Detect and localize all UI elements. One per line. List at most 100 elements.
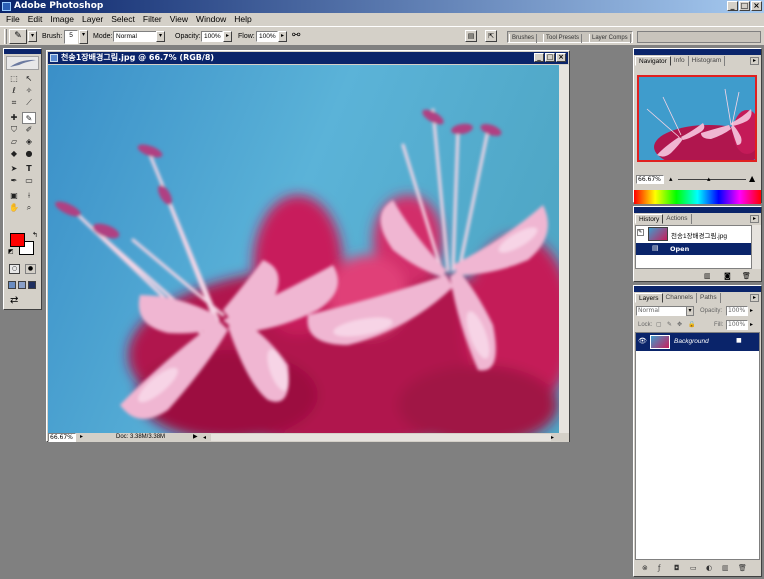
file-browser-icon[interactable]: ▤ <box>465 30 477 42</box>
document-horizontal-scrollbar[interactable] <box>211 434 551 441</box>
tab-layers[interactable]: Layers <box>635 293 663 303</box>
lock-all-icon[interactable]: 🔒 <box>688 321 695 328</box>
clone-stamp-tool-icon[interactable]: ⛉ <box>7 124 21 136</box>
brush-dropdown[interactable]: ▾ <box>79 30 88 44</box>
navigator-panel-header[interactable] <box>634 49 761 55</box>
opacity-input[interactable]: 100% <box>201 31 223 42</box>
history-scrollbar[interactable] <box>752 225 761 269</box>
zoom-tool-icon[interactable]: ⌕ <box>22 202 36 214</box>
brush-tool-icon[interactable]: ✎ <box>22 112 36 124</box>
eraser-tool-icon[interactable]: ▱ <box>7 136 21 148</box>
blur-tool-icon[interactable]: ◆ <box>7 148 21 160</box>
menu-select[interactable]: Select <box>107 13 139 26</box>
slice-tool-icon[interactable]: ⟋ <box>22 97 36 109</box>
notes-tool-icon[interactable]: ▣ <box>7 190 21 202</box>
well-tab-tool-presets[interactable]: Tool Presets <box>543 34 583 43</box>
menu-view[interactable]: View <box>166 13 192 26</box>
zoom-out-icon[interactable]: ▴ <box>669 175 673 183</box>
layers-panel-header[interactable] <box>634 286 761 292</box>
default-colors-icon[interactable]: ◩ <box>8 248 14 255</box>
lasso-tool-icon[interactable]: ℓ <box>7 85 21 97</box>
airbrush-icon[interactable]: ⚯ <box>292 30 300 41</box>
tab-actions[interactable]: Actions <box>663 214 692 224</box>
history-brush-source-icon[interactable]: ✎ <box>637 229 644 236</box>
doc-minimize-button[interactable]: _ <box>534 53 544 62</box>
zoom-in-icon[interactable]: ▲ <box>749 174 755 183</box>
path-selection-tool-icon[interactable]: ➤ <box>7 163 21 175</box>
menu-help[interactable]: Help <box>230 13 255 26</box>
menu-layer[interactable]: Layer <box>78 13 107 26</box>
fill-input[interactable]: 100% <box>726 320 748 330</box>
color-ramp[interactable] <box>634 190 761 204</box>
minimize-button[interactable]: _ <box>727 1 738 11</box>
navigator-menu-icon[interactable]: ▸ <box>750 57 759 65</box>
menu-window[interactable]: Window <box>192 13 230 26</box>
crop-tool-icon[interactable]: ⌗ <box>7 97 21 109</box>
shape-tool-icon[interactable]: ▭ <box>22 175 36 187</box>
layer-visibility-eye-icon[interactable]: 👁 <box>638 337 647 345</box>
screen-mode-standard-icon[interactable] <box>8 281 16 289</box>
menu-file[interactable]: File <box>2 13 24 26</box>
toggle-palettes-icon[interactable]: ⇱ <box>485 30 497 42</box>
mode-dropdown[interactable]: ▾ <box>156 31 165 42</box>
layer-style-icon[interactable]: ƒ <box>658 564 660 572</box>
layer-set-icon[interactable]: ▭ <box>690 564 697 572</box>
doc-info-arrow[interactable]: ▶ <box>193 433 198 440</box>
adobe-online-logo[interactable] <box>6 56 39 70</box>
hscroll-left-arrow[interactable]: ◂ <box>203 434 206 441</box>
lock-position-icon[interactable]: ✥ <box>677 321 682 328</box>
history-brush-tool-icon[interactable]: ✐ <box>22 124 36 136</box>
menu-edit[interactable]: Edit <box>24 13 47 26</box>
brush-preset-icon[interactable]: ✎ <box>9 29 27 44</box>
move-tool-icon[interactable]: ↖ <box>22 73 36 85</box>
paint-bucket-tool-icon[interactable]: ◈ <box>22 136 36 148</box>
quick-mask-mode-icon[interactable]: ● <box>25 264 36 274</box>
zoom-field[interactable]: 66.67% <box>48 433 76 442</box>
foreground-color-swatch[interactable] <box>10 233 25 247</box>
flow-input[interactable]: 100% <box>256 31 278 42</box>
zoom-slider-thumb[interactable]: ▴ <box>707 175 711 183</box>
history-snapshot[interactable]: 천송1장배경그림.jpg <box>671 230 741 240</box>
screen-mode-full-menu-icon[interactable] <box>18 281 26 289</box>
create-snapshot-icon[interactable]: ◙ <box>724 272 731 280</box>
tab-histogram[interactable]: Histogram <box>689 56 726 66</box>
healing-brush-tool-icon[interactable]: ✚ <box>7 112 21 124</box>
flow-arrow[interactable]: ▸ <box>278 31 287 42</box>
history-menu-icon[interactable]: ▸ <box>750 215 759 223</box>
layer-row-background[interactable]: 👁 Background ■ <box>636 333 759 351</box>
menu-image[interactable]: Image <box>46 13 78 26</box>
tab-info[interactable]: Info <box>671 56 689 66</box>
layer-mask-icon[interactable]: ◘ <box>674 564 680 572</box>
lock-transparency-icon[interactable]: ▢ <box>656 321 662 328</box>
standard-mode-icon[interactable]: ○ <box>9 264 20 274</box>
history-step-row[interactable]: ▤ Open <box>636 243 751 255</box>
history-panel-header[interactable] <box>634 207 761 213</box>
lock-pixels-icon[interactable]: ✎ <box>667 321 672 328</box>
pen-tool-icon[interactable]: ✒ <box>7 175 21 187</box>
hand-tool-icon[interactable]: ✋ <box>7 202 21 214</box>
tab-channels[interactable]: Channels <box>663 293 697 303</box>
eyedropper-tool-icon[interactable]: ⟊ <box>22 190 36 202</box>
status-menu-icon[interactable]: ▸ <box>80 433 83 440</box>
zoom-slider-track[interactable] <box>678 179 746 180</box>
document-vertical-scrollbar[interactable] <box>559 65 569 433</box>
navigator-zoom-field[interactable]: 66.67% <box>636 175 664 184</box>
adjustment-layer-icon[interactable]: ◐ <box>706 564 712 572</box>
swap-colors-icon[interactable]: ↰ <box>32 231 38 239</box>
layers-menu-icon[interactable]: ▸ <box>750 294 759 302</box>
hscroll-right-arrow[interactable]: ▸ <box>551 434 554 441</box>
jump-to-imageready-icon[interactable]: ⇄ <box>10 295 18 306</box>
image-canvas[interactable] <box>48 65 559 433</box>
layer-opacity-input[interactable]: 100% <box>726 306 748 316</box>
opacity-arrow[interactable]: ▸ <box>223 31 232 42</box>
doc-close-button[interactable]: × <box>556 53 566 62</box>
well-tab-layer-comps[interactable]: Layer Comps <box>589 34 631 43</box>
brush-size-picker[interactable]: 5 <box>64 30 78 44</box>
link-layers-icon[interactable]: ⊗ <box>642 564 648 572</box>
new-layer-icon[interactable]: ▥ <box>722 564 729 572</box>
maximize-button[interactable]: □ <box>739 1 750 11</box>
document-titlebar[interactable]: 천송1장배경그림.jpg @ 66.7% (RGB/8) _ □ × <box>48 52 568 64</box>
navigator-thumbnail[interactable] <box>637 75 757 162</box>
dodge-tool-icon[interactable]: ● <box>22 148 36 160</box>
type-tool-icon[interactable]: T <box>22 163 36 175</box>
